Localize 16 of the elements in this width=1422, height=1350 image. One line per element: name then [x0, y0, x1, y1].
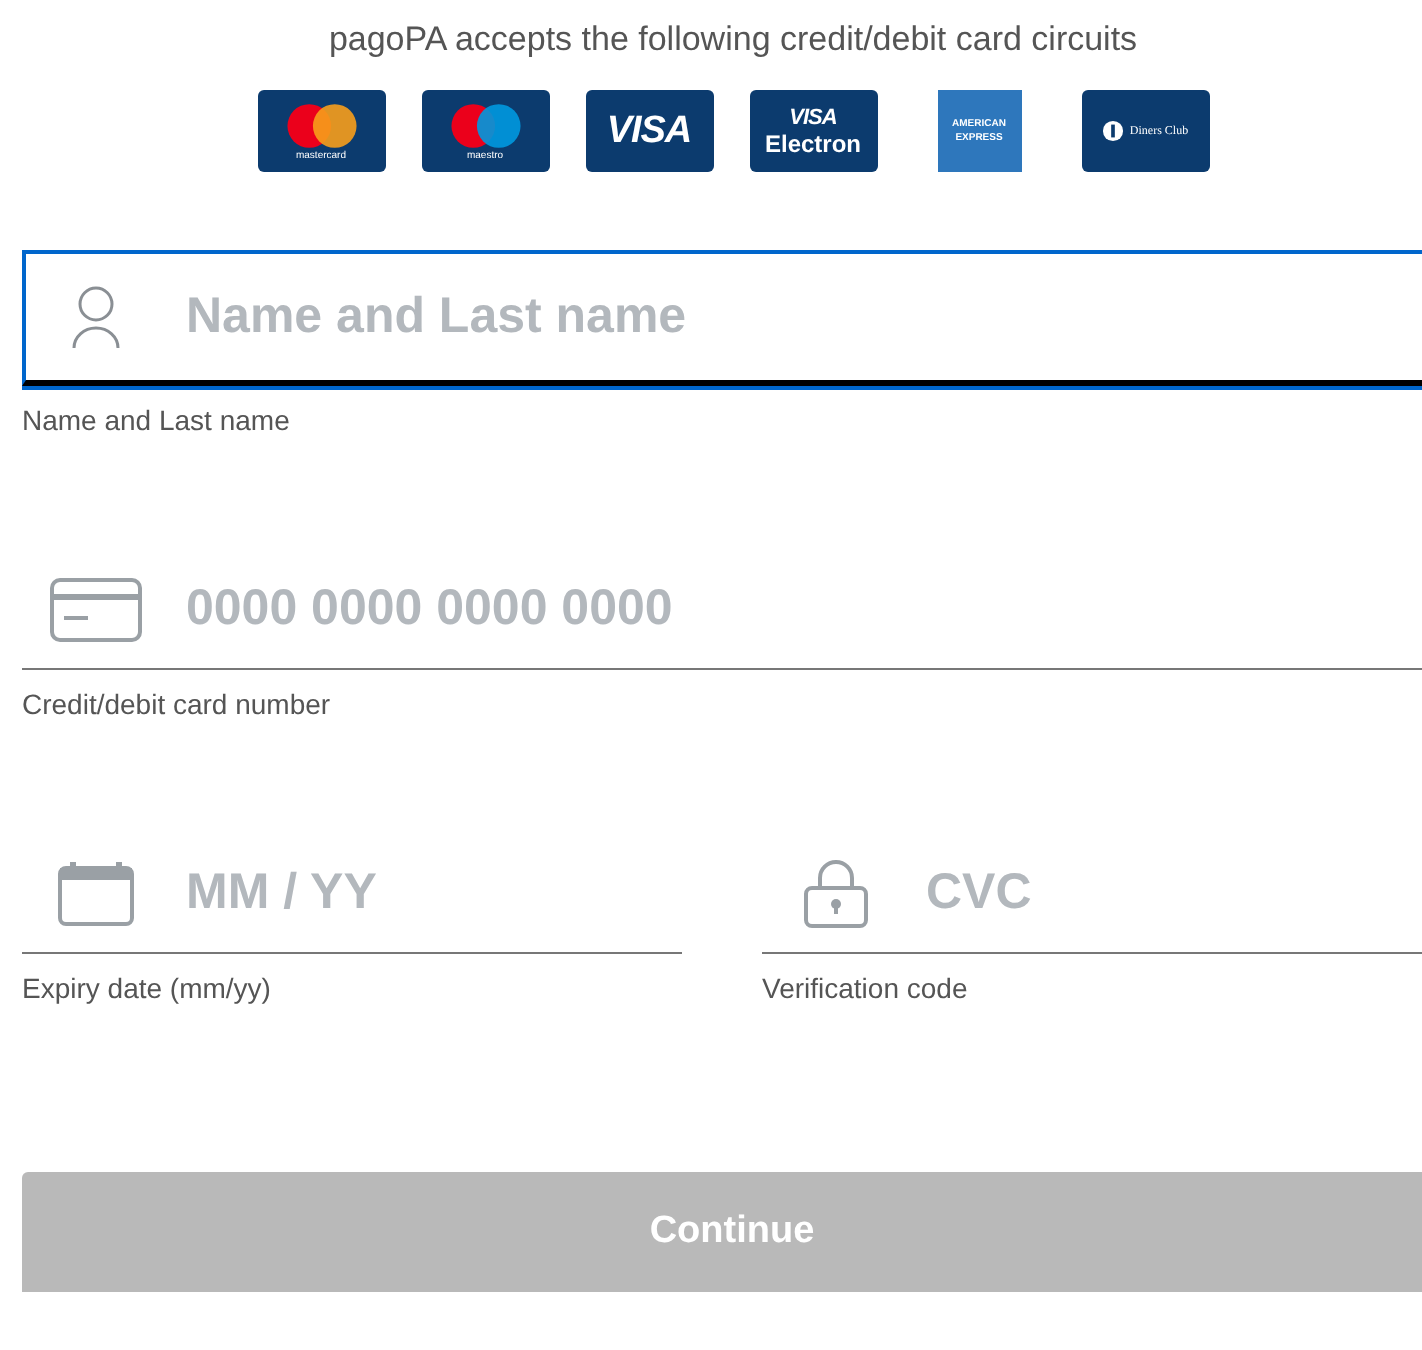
- text-input[interactable]: CVC: [922, 862, 1422, 924]
- text-input[interactable]: 0000 0000 0000 0000: [182, 578, 1422, 640]
- visa-electron-logo: VISA Electron: [749, 90, 877, 172]
- input-field[interactable]: CVC: [762, 834, 1422, 954]
- input-field[interactable]: MM / YY: [22, 834, 682, 954]
- text-input[interactable]: MM / YY: [182, 862, 682, 924]
- field-label: Credit/debit card number: [22, 688, 333, 720]
- card-icon: [50, 577, 142, 641]
- field-label: Name and Last name: [22, 404, 292, 436]
- field-label: Expiry date (mm/yy): [22, 972, 273, 1004]
- input-field[interactable]: 0000 0000 0000 0000: [22, 550, 1422, 670]
- text-input[interactable]: Name and Last name: [182, 286, 1422, 348]
- input-field[interactable]: Name and Last name: [22, 250, 1422, 386]
- field-label: Verification code: [762, 972, 970, 1004]
- circuits-heading: pagoPA accepts the following credit/debit card circuits: [326, 20, 1140, 60]
- visa-logo: VISA: [585, 90, 713, 172]
